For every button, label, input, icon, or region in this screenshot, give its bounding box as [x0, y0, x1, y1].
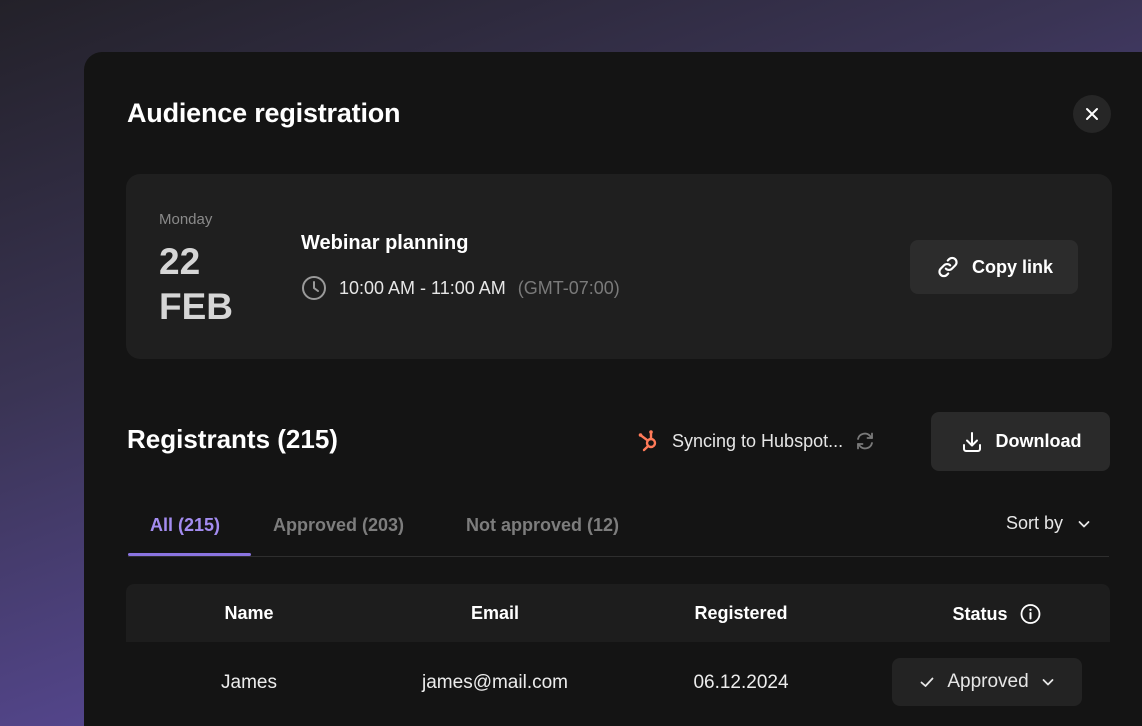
event-month: FEB — [159, 286, 233, 327]
download-label: Download — [995, 431, 1082, 451]
copy-link-button[interactable]: Copy link — [910, 240, 1078, 294]
table-header: Name Email Registered Status — [126, 584, 1110, 642]
refresh-icon[interactable] — [854, 430, 876, 452]
close-icon — [1084, 106, 1100, 122]
dialog-title: Audience registration — [127, 98, 401, 128]
check-icon — [919, 674, 935, 690]
registrant-tabs: All (215) Approved (203) Not approved (1… — [128, 497, 1109, 557]
download-icon — [960, 430, 984, 454]
cell-name: James — [221, 672, 277, 693]
column-header-status[interactable]: Status — [952, 603, 1041, 625]
audience-registration-dialog: Audience registration Monday 22 FEB Webi… — [84, 52, 1142, 726]
event-timezone: (GMT-07:00) — [517, 277, 620, 298]
event-time: 10:00 AM - 11:00 AM — [339, 277, 506, 298]
event-card: Monday 22 FEB Webinar planning 10:00 AM … — [126, 174, 1112, 359]
column-header-name[interactable]: Name — [224, 603, 273, 624]
chevron-down-icon — [1041, 675, 1055, 689]
table-row: James james@mail.com 06.12.2024 Approved — [126, 642, 1110, 722]
link-icon — [935, 254, 961, 280]
hubspot-icon — [637, 428, 661, 454]
clock-icon — [301, 275, 327, 301]
hubspot-sync-status: Syncing to Hubspot... — [637, 428, 876, 454]
status-dropdown[interactable]: Approved — [892, 658, 1082, 706]
close-button[interactable] — [1073, 95, 1111, 133]
column-header-email[interactable]: Email — [471, 603, 519, 624]
event-date-number: 22 — [159, 241, 201, 282]
chevron-down-icon — [1077, 517, 1091, 531]
event-time-row: 10:00 AM - 11:00 AM (GMT-07:00) — [301, 275, 620, 301]
column-header-registered[interactable]: Registered — [694, 603, 787, 624]
sort-label: Sort by — [1005, 513, 1063, 533]
tab-not-approved[interactable]: Not approved (12) — [466, 515, 619, 536]
tab-all[interactable]: All (215) — [150, 515, 220, 536]
copy-link-label: Copy link — [971, 256, 1053, 277]
registrants-title: Registrants (215) — [127, 424, 338, 454]
info-icon[interactable] — [1020, 603, 1042, 625]
cell-email: james@mail.com — [422, 672, 568, 693]
active-tab-indicator — [128, 553, 251, 556]
status-label: Approved — [947, 671, 1029, 692]
sync-label: Syncing to Hubspot... — [672, 430, 844, 451]
event-day: Monday — [159, 211, 213, 228]
event-name: Webinar planning — [301, 232, 469, 254]
download-button[interactable]: Download — [931, 412, 1110, 471]
tab-approved[interactable]: Approved (203) — [273, 515, 404, 536]
cell-registered: 06.12.2024 — [693, 672, 789, 693]
column-header-status-label: Status — [952, 603, 1008, 624]
sort-by-dropdown[interactable]: Sort by — [1006, 513, 1091, 534]
